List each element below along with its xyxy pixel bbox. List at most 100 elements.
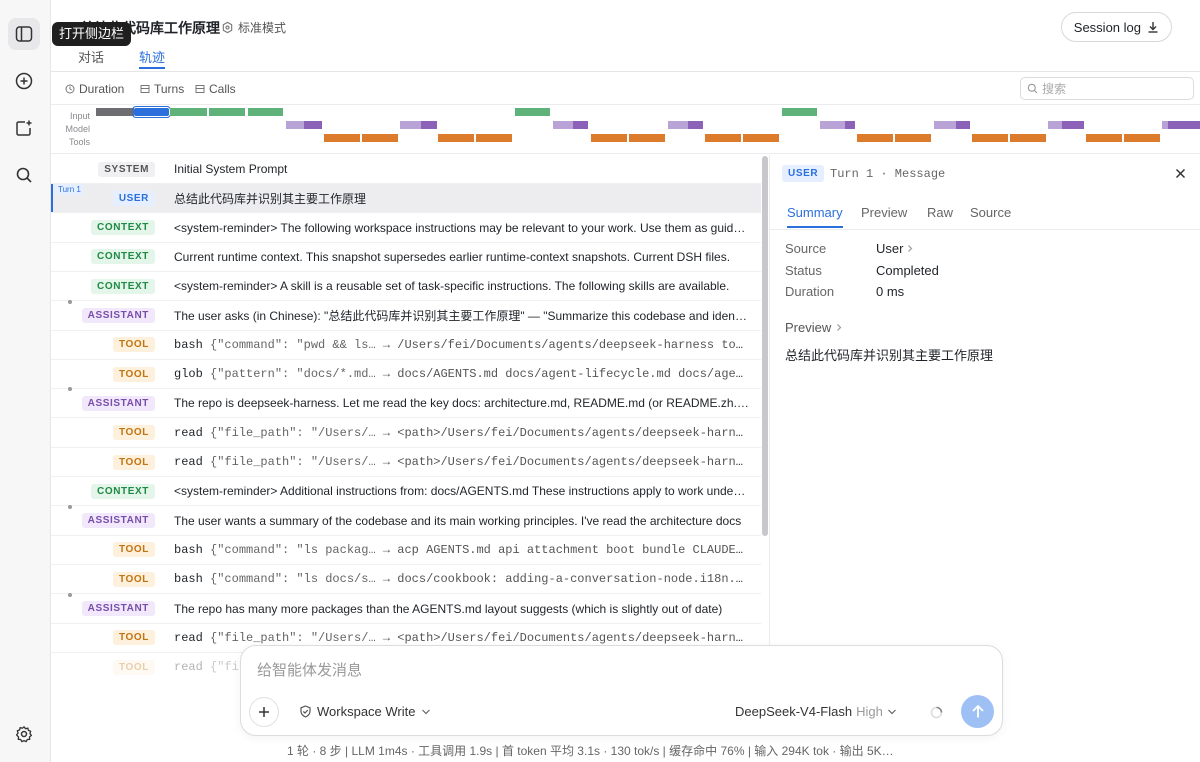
tool-args: {"command": "ls docs/s…: [210, 572, 376, 587]
close-icon[interactable]: [1175, 167, 1186, 182]
metric-turns[interactable]: Turns: [140, 82, 184, 96]
timeline-segment[interactable]: [96, 108, 134, 116]
session-log-button[interactable]: Session log: [1060, 12, 1172, 42]
message-input[interactable]: [257, 662, 957, 679]
timeline-segment[interactable]: [972, 134, 1008, 142]
detail-tab-preview[interactable]: Preview: [861, 205, 907, 220]
event-row[interactable]: ASSISTANT The repo is deepseek-harness. L…: [51, 387, 761, 419]
timeline-label-tools: Tools: [68, 137, 90, 147]
sidebar-toggle-icon[interactable]: [8, 18, 40, 50]
event-row[interactable]: TOOL bash {"command": "ls packag… → acp A…: [51, 536, 761, 565]
model-name: DeepSeek-V4-Flash: [735, 704, 853, 719]
step-dot: [68, 387, 72, 392]
tab-trajectory[interactable]: 轨迹: [139, 47, 166, 69]
event-row[interactable]: ASSISTANT The user wants a summary of the…: [51, 504, 761, 536]
timeline-label-input: Input: [69, 111, 90, 121]
timeline-segment[interactable]: [1062, 121, 1084, 129]
preview-toggle[interactable]: Preview: [785, 320, 843, 335]
event-row[interactable]: ASSISTANT The user asks (in Chinese): "总结…: [51, 299, 761, 331]
timeline-segment[interactable]: [1168, 121, 1200, 129]
tool-name: bash: [174, 542, 203, 557]
detail-heading: Turn 1 · Message: [830, 167, 946, 181]
preview-text: 总结此代码库并识别其主要工作原理: [785, 348, 994, 363]
timeline-segment[interactable]: [132, 106, 171, 118]
timeline-segment[interactable]: [304, 121, 322, 129]
event-row[interactable]: TOOL read {"file_path": "/Users/… → <path…: [51, 419, 761, 448]
timeline-segment[interactable]: [400, 121, 421, 129]
timeline-segment[interactable]: [553, 121, 573, 129]
row-text: bash {"command": "ls packag… → acp AGENT…: [174, 543, 761, 557]
model-select[interactable]: DeepSeek-V4-Flash High: [735, 704, 897, 719]
timeline-segment[interactable]: [324, 134, 360, 142]
header: 总结此代码库工作原理 标准模式 对话 轨迹 Session log: [51, 0, 1200, 72]
trajectory-search[interactable]: [1020, 77, 1194, 100]
event-row[interactable]: CONTEXT <system-reminder> Additional inst…: [51, 477, 761, 507]
timeline-segment[interactable]: [591, 134, 627, 142]
event-row[interactable]: CONTEXT <system-reminder> A skill is a re…: [51, 272, 761, 302]
search-input[interactable]: [1042, 81, 1182, 96]
timeline-segment[interactable]: [421, 121, 437, 129]
tab-chat[interactable]: 对话: [78, 47, 104, 66]
timeline-segment[interactable]: [668, 121, 688, 129]
tool-args: {"command": "pwd && ls…: [210, 337, 376, 352]
timeline-segment[interactable]: [705, 134, 741, 142]
event-list: SYSTEM Initial System Prompt USER 总结此代码库并识别…: [51, 155, 761, 675]
new-folder-icon[interactable]: [8, 112, 40, 144]
timeline-segment[interactable]: [248, 108, 283, 116]
add-attachment-button[interactable]: [249, 697, 279, 727]
timeline-segment[interactable]: [629, 134, 665, 142]
search-icon[interactable]: [8, 159, 40, 191]
mode-indicator[interactable]: 标准模式: [221, 19, 286, 36]
timeline-segment[interactable]: [782, 108, 817, 116]
metric-calls[interactable]: Calls: [195, 82, 236, 96]
timeline-segment[interactable]: [845, 121, 855, 129]
timeline-segment[interactable]: [362, 134, 398, 142]
timeline-segment[interactable]: [743, 134, 779, 142]
row-badge-wrap: ASSISTANT: [51, 308, 159, 323]
timeline-segment[interactable]: [1086, 134, 1122, 142]
detail-tab-source[interactable]: Source: [970, 205, 1011, 220]
tool-result: → <path>/Users/fei/Documents/agents/deep…: [382, 425, 761, 440]
event-row[interactable]: SYSTEM Initial System Prompt: [51, 155, 761, 184]
field-source-value[interactable]: User: [876, 241, 914, 256]
row-text: <system-reminder> The following workspac…: [174, 220, 761, 235]
timeline-segment[interactable]: [515, 108, 550, 116]
timeline-segment[interactable]: [476, 134, 512, 142]
tool-name: glob: [174, 367, 203, 382]
list-icon: [140, 85, 150, 93]
detail-tab-raw[interactable]: Raw: [927, 205, 953, 220]
event-row[interactable]: CONTEXT Current runtime context. This sna…: [51, 243, 761, 272]
timeline-segment[interactable]: [956, 121, 970, 129]
event-row[interactable]: USER 总结此代码库并识别其主要工作原理: [51, 184, 761, 214]
timeline-segment[interactable]: [1010, 134, 1046, 142]
send-button[interactable]: [961, 695, 994, 728]
settings-icon[interactable]: [8, 718, 40, 750]
timeline-segment[interactable]: [286, 121, 304, 129]
role-badge: TOOL: [113, 659, 155, 675]
timeline-segment[interactable]: [438, 134, 474, 142]
event-row[interactable]: TOOL read {"file_path": "/Users/… → <path…: [51, 448, 761, 477]
timeline-segment[interactable]: [170, 108, 207, 116]
event-row[interactable]: CONTEXT <system-reminder> The following w…: [51, 214, 761, 243]
event-row[interactable]: TOOL glob {"pattern": "docs/*.md… → docs/…: [51, 360, 761, 390]
timeline-segment[interactable]: [934, 121, 956, 129]
tool-name: read: [174, 425, 203, 440]
timeline-segment[interactable]: [209, 108, 245, 116]
timeline-segment[interactable]: [573, 121, 588, 129]
timeline-segment[interactable]: [688, 121, 703, 129]
event-row[interactable]: TOOL bash {"command": "ls docs/s… → docs/…: [51, 565, 761, 595]
timeline-segment[interactable]: [857, 134, 893, 142]
timeline-segment[interactable]: [895, 134, 931, 142]
detail-tab-summary[interactable]: Summary: [787, 205, 843, 228]
workspace-permission-select[interactable]: Workspace Write: [299, 704, 431, 719]
timeline-segment[interactable]: [1124, 134, 1160, 142]
timeline-segment[interactable]: [1048, 121, 1062, 129]
role-badge: ASSISTANT: [81, 601, 155, 616]
event-row[interactable]: ASSISTANT The repo has many more packages…: [51, 592, 761, 624]
timeline-segment[interactable]: [820, 121, 845, 129]
new-chat-icon[interactable]: [8, 65, 40, 97]
list-scrollbar[interactable]: [762, 156, 768, 536]
chevron-down-icon: [887, 709, 896, 714]
metric-duration[interactable]: Duration: [65, 82, 124, 96]
event-row[interactable]: TOOL bash {"command": "pwd && ls… → /User…: [51, 331, 761, 360]
